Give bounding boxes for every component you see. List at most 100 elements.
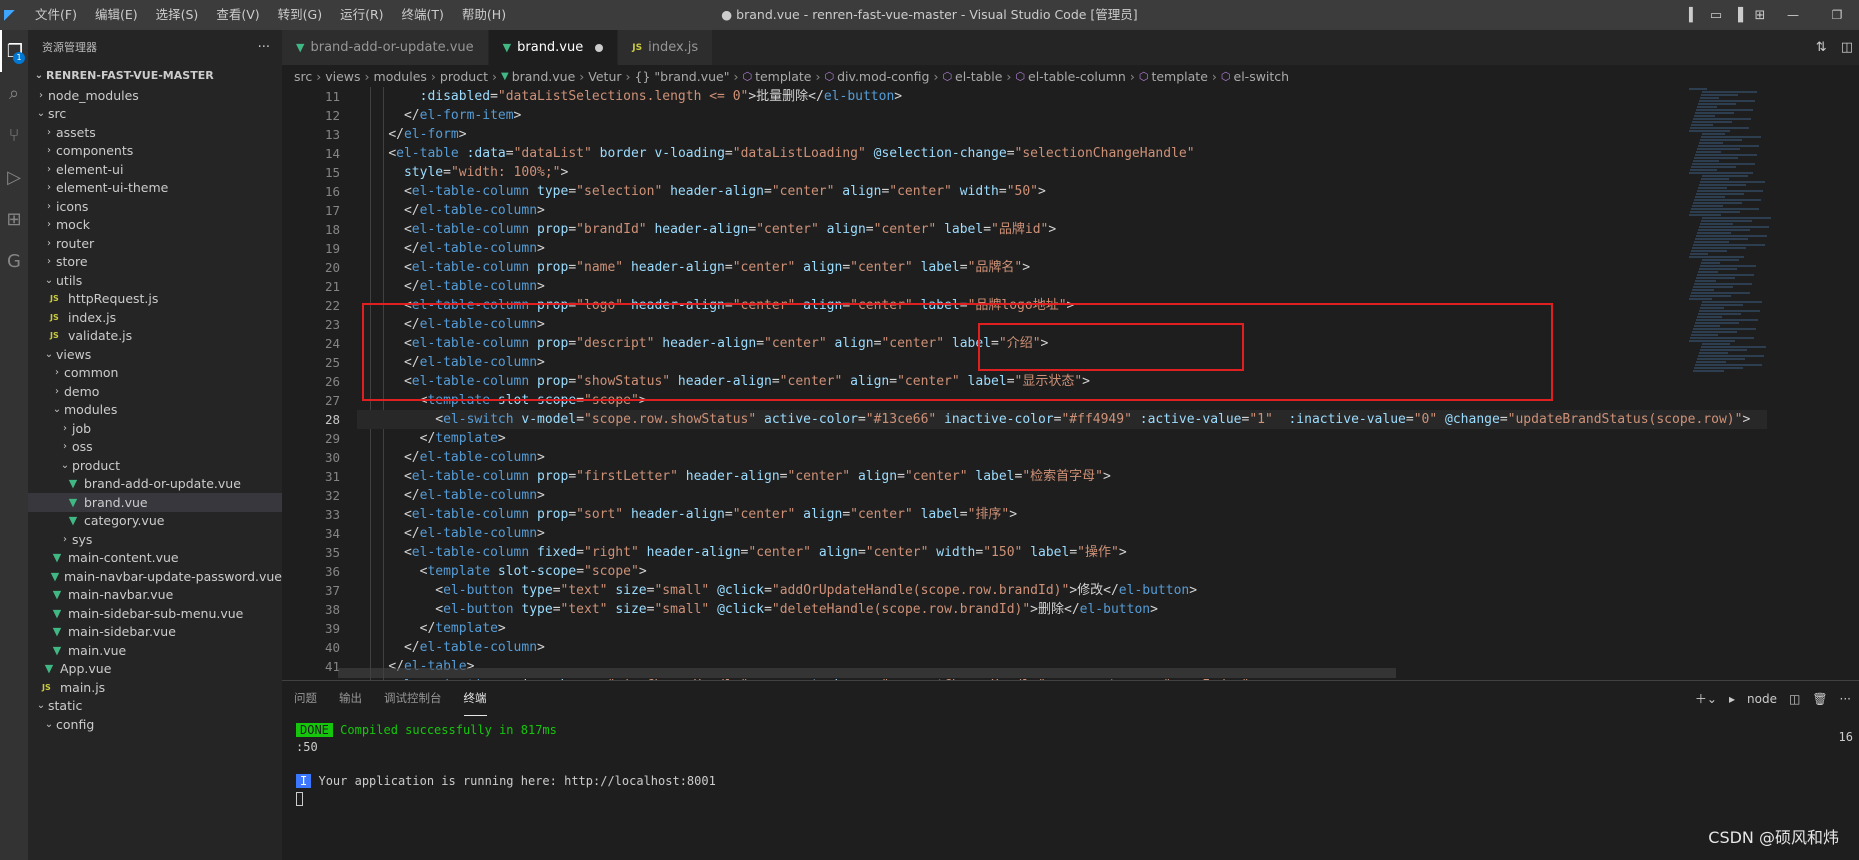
breadcrumb-item[interactable]: Vetur — [588, 69, 621, 84]
tree-file[interactable]: ▼ App.vue — [28, 660, 282, 679]
menu-item[interactable]: 运行(R) — [331, 0, 392, 30]
panel-tab[interactable]: 输出 — [339, 682, 362, 715]
tree-folder[interactable]: › job — [28, 419, 282, 438]
breadcrumb-item[interactable]: el-table-column — [1028, 69, 1126, 84]
search-icon[interactable]: ⌕ — [0, 72, 28, 114]
tree-folder[interactable]: › components — [28, 142, 282, 161]
tree-file[interactable]: ▼ main-navbar-update-password.vue — [28, 567, 282, 586]
terminal-name[interactable]: node — [1747, 692, 1777, 706]
toggle-primary-sidebar-icon[interactable]: ▍ — [1683, 0, 1705, 30]
gitlens-icon[interactable]: G — [0, 240, 28, 282]
tree-folder[interactable]: ⌄ modules — [28, 401, 282, 420]
gitlens-compare-icon[interactable]: ⇅ — [1816, 40, 1827, 55]
tree-folder[interactable]: › assets — [28, 123, 282, 142]
code-line[interactable]: <el-button type="text" size="small" @cli… — [357, 581, 1767, 600]
code-line[interactable]: <el-table-column prop="firstLetter" head… — [357, 467, 1767, 486]
code-line[interactable]: </el-table-column> — [357, 277, 1767, 296]
split-terminal-icon[interactable]: ◫ — [1789, 692, 1800, 706]
breadcrumb-item[interactable]: {} "brand.vue" — [635, 69, 730, 84]
code-line[interactable]: </template> — [357, 429, 1767, 448]
tree-folder[interactable]: ⌄ static — [28, 697, 282, 716]
tree-folder[interactable]: ⌄ product — [28, 456, 282, 475]
split-editor-icon[interactable]: ◫ — [1841, 40, 1853, 55]
breadcrumb-item[interactable]: el-table — [955, 69, 1002, 84]
editor-tab[interactable]: ▼ brand-add-or-update.vue — [282, 30, 489, 65]
tree-folder[interactable]: › demo — [28, 382, 282, 401]
tree-folder[interactable]: ⌄ config — [28, 715, 282, 734]
code-line[interactable]: <el-table-column prop="sort" header-alig… — [357, 505, 1767, 524]
toggle-secondary-sidebar-icon[interactable]: ▐ — [1727, 0, 1749, 30]
tree-folder[interactable]: ⌄ utils — [28, 271, 282, 290]
tree-file[interactable]: ▼ main.vue — [28, 641, 282, 660]
code-line[interactable]: <el-table-column type="selection" header… — [357, 182, 1767, 201]
code-line[interactable]: </el-form> — [357, 125, 1767, 144]
tree-folder[interactable]: › router — [28, 234, 282, 253]
menu-item[interactable]: 编辑(E) — [86, 0, 147, 30]
code-line[interactable]: <el-table-column fixed="right" header-al… — [357, 543, 1767, 562]
code-line[interactable]: </el-table-column> — [357, 448, 1767, 467]
restore-icon[interactable]: ❐ — [1815, 0, 1859, 30]
explorer-icon[interactable]: ❐ 1 — [0, 30, 28, 72]
tree-file[interactable]: ▼ brand.vue — [28, 493, 282, 512]
more-icon[interactable]: ··· — [1840, 692, 1851, 706]
menu-item[interactable]: 终端(T) — [393, 0, 453, 30]
code-line[interactable]: </el-table-column> — [357, 201, 1767, 220]
tree-file[interactable]: JS main.js — [28, 678, 282, 697]
more-actions-icon[interactable]: ··· — [258, 40, 270, 55]
tree-file[interactable]: ▼ main-content.vue — [28, 549, 282, 568]
toggle-panel-icon[interactable]: ▭ — [1705, 0, 1727, 30]
code-line[interactable]: :disabled="dataListSelections.length <= … — [357, 87, 1767, 106]
tree-file[interactable]: JS index.js — [28, 308, 282, 327]
editor-tab[interactable]: ▼ brand.vue — [488, 30, 619, 65]
tree-file[interactable]: JS httpRequest.js — [28, 290, 282, 309]
code-line[interactable]: style="width: 100%;"> — [357, 163, 1767, 182]
breadcrumb-item[interactable]: el-switch — [1234, 69, 1290, 84]
code-line[interactable]: </el-table-column> — [357, 524, 1767, 543]
tree-folder[interactable]: › sys — [28, 530, 282, 549]
tree-folder[interactable]: ⌄ views — [28, 345, 282, 364]
breadcrumb-item[interactable]: modules — [374, 69, 427, 84]
breadcrumb-item[interactable]: div.mod-config — [837, 69, 929, 84]
breadcrumb-item[interactable]: brand.vue — [512, 69, 576, 84]
tree-folder[interactable]: › element-ui — [28, 160, 282, 179]
new-terminal-icon[interactable]: ＋⌄ — [1695, 690, 1717, 707]
menu-item[interactable]: 文件(F) — [26, 0, 86, 30]
panel-tab[interactable]: 问题 — [294, 682, 317, 715]
tree-folder[interactable]: ⌄ src — [28, 105, 282, 124]
code-line[interactable]: </el-table-column> — [357, 638, 1767, 657]
tree-file[interactable]: ▼ main-sidebar.vue — [28, 623, 282, 642]
code-line[interactable]: </el-table-column> — [357, 486, 1767, 505]
tree-file[interactable]: ▼ brand-add-or-update.vue — [28, 475, 282, 494]
customize-layout-icon[interactable]: ⊞ — [1749, 0, 1771, 30]
code-line[interactable]: <el-table-column prop="brandId" header-a… — [357, 220, 1767, 239]
code-line[interactable]: </template> — [357, 619, 1767, 638]
tree-folder[interactable]: › mock — [28, 216, 282, 235]
workspace-root[interactable]: ⌄ RENREN-FAST-VUE-MASTER — [28, 64, 282, 86]
code-line[interactable]: <template slot-scope="scope"> — [357, 562, 1767, 581]
code-editor[interactable]: 11 12 13 14 15 16 17 18 19 20 21 22 23 24 25 26 27 28 29 30… — [282, 87, 1859, 680]
menu-item[interactable]: 帮助(H) — [453, 0, 515, 30]
tree-folder[interactable]: › element-ui-theme — [28, 179, 282, 198]
tree-folder[interactable]: › oss — [28, 438, 282, 457]
breadcrumb-item[interactable]: template — [1151, 69, 1207, 84]
code-line[interactable]: <el-button type="text" size="small" @cli… — [357, 600, 1767, 619]
tree-folder[interactable]: › store — [28, 253, 282, 272]
tree-file[interactable]: ▼ main-navbar.vue — [28, 586, 282, 605]
tree-folder[interactable]: › node_modules — [28, 86, 282, 105]
tree-folder[interactable]: › icons — [28, 197, 282, 216]
breadcrumb-item[interactable]: product — [440, 69, 488, 84]
vertical-scrollbar[interactable] — [1845, 87, 1859, 680]
code-line[interactable]: </el-form-item> — [357, 106, 1767, 125]
tree-file[interactable]: ▼ category.vue — [28, 512, 282, 531]
minimize-icon[interactable]: — — [1771, 0, 1815, 30]
code-line[interactable]: <el-switch v-model="scope.row.showStatus… — [357, 410, 1767, 429]
unsaved-dot-icon[interactable] — [595, 43, 604, 52]
panel-tab[interactable]: 终端 — [463, 682, 487, 716]
breadcrumb-item[interactable]: views — [325, 69, 360, 84]
source-control-icon[interactable]: ⑂ — [0, 114, 28, 156]
code-line[interactable]: <el-table :data="dataList" border v-load… — [357, 144, 1767, 163]
menu-item[interactable]: 选择(S) — [147, 0, 208, 30]
terminal-output[interactable]: DONE Compiled successfully in 817ms :50 … — [282, 722, 1859, 807]
breadcrumb-item[interactable]: src — [294, 69, 312, 84]
editor-tab[interactable]: JS index.js — [618, 30, 714, 65]
